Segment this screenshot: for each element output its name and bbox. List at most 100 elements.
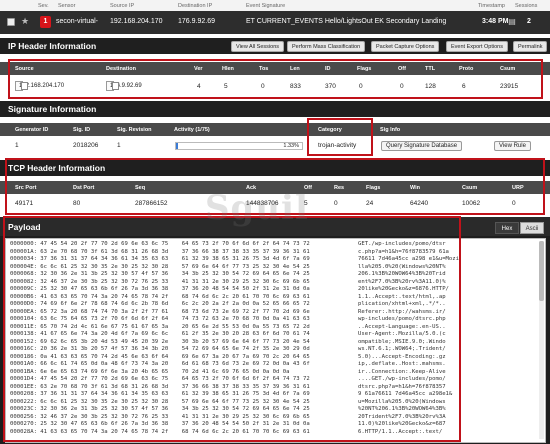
ip-col-off: Off — [398, 66, 406, 72]
tcp-header-values: 49171 80 287866152 144838706 5 0 24 6424… — [0, 194, 550, 213]
hex-line: 000004E: 6c 6c 61 25 32 30 35 2e 30 25 3… — [10, 263, 310, 270]
sig-generator-id: 1 — [15, 142, 19, 149]
hex-line: 00000B6: 41 63 63 65 70 74 3a 20 74 65 7… — [10, 293, 310, 300]
ascii-line: dtsrc.php?a=h1&h=76f878357 — [358, 383, 446, 390]
payload-ascii-dump: GET./wp-includes/pomo/dtsr c.php?a=h1&h=7… — [358, 241, 459, 436]
event-destination-ip: 176.9.92.69 — [178, 18, 215, 25]
tcp-col-seq: Seq — [135, 185, 146, 191]
ip-header-section: IP Header Information View All Sessions … — [0, 38, 550, 54]
event-row[interactable]: ★ 1 secon-virtual- 192.168.204.170 176.9… — [0, 11, 550, 34]
hex-line: 000011E: 65 70 74 2d 4c 61 6e 67 75 61 6… — [10, 323, 310, 330]
ip-header-values: 192.168.204.170 176.9.92.69 4 5 0 833 37… — [0, 75, 550, 97]
tcp-col-urp: URP — [512, 185, 524, 191]
event-export-options-button[interactable]: Event Export Options — [446, 41, 508, 52]
sig-col-sig-revision: Sig. Revision — [117, 127, 152, 133]
packet-capture-options-button[interactable]: Packet Capture Options — [371, 41, 440, 52]
copy-icon[interactable] — [21, 82, 28, 90]
hex-line: 00001D4: 47 45 54 20 2f 77 70 2d 69 6e 6… — [10, 376, 310, 382]
payload-section: Payload Hex Ascii 0000000: 47 45 54 20 2… — [0, 217, 550, 444]
sig-col-activity: Activity (1/75) — [174, 127, 210, 133]
hex-line: 000009C: 25 32 30 47 65 63 6b 6f 26 7a 3… — [10, 286, 310, 292]
hex-line: 0000000: 47 45 54 20 2f 77 70 2d 69 6e 6… — [10, 241, 310, 247]
tcp-header-title: TCP Header Information — [8, 163, 106, 173]
ip-ver: 4 — [197, 83, 201, 90]
ascii-line: 206.1%3B%20WOW64%3B%20Trid — [358, 271, 446, 277]
ascii-line: 76611 7d46a45cc a298 e1&u=Mozi — [358, 256, 460, 262]
sig-category: trojan-activity — [318, 142, 357, 149]
ascii-line: 6.HTTP/1.1..Accept:.text/ — [358, 428, 443, 435]
source-ip-field[interactable]: 192.168.204.170 — [15, 81, 64, 91]
ip-flags: 0 — [359, 83, 363, 90]
ip-proto: 6 — [462, 83, 466, 90]
tcp-col-ack: Ack — [246, 185, 257, 191]
sig-col-category: Category — [318, 127, 342, 133]
destination-ip-field[interactable]: 176.9.92.69 — [106, 81, 142, 91]
ascii-line: u=Mozilla%205.0%20(Windows — [358, 398, 446, 405]
query-signature-database-button[interactable]: Query Signature Database — [381, 141, 463, 151]
event-sessions: 2 — [527, 18, 531, 25]
event-sensor: secon-virtual- — [56, 18, 99, 25]
tcp-off: 5 — [304, 200, 308, 207]
tcp-col-flags: Flags — [366, 185, 381, 191]
ip-col-flags: Flags — [357, 66, 372, 72]
event-signature: ET CURRENT_EVENTS Hello/LightsOut EK Sec… — [246, 18, 447, 25]
col-event-signature[interactable]: Event Signature — [246, 3, 285, 9]
tcp-col-dst-port: Dst Port — [73, 185, 95, 191]
col-source-ip[interactable]: Source IP — [110, 3, 134, 9]
ascii-line: 20like%20Gecko&z=6876.HTTP/ — [358, 286, 449, 292]
scrollbar-thumb[interactable] — [539, 241, 544, 301]
signature-values: 1 2018206 1 1.33% trojan-activity Query … — [0, 136, 550, 156]
tcp-header-section: TCP Header Information — [0, 160, 550, 176]
tcp-urp: 0 — [512, 200, 516, 207]
col-sessions[interactable]: Sessions — [515, 3, 537, 9]
hex-line: 000028A: 41 63 63 65 70 74 3a 20 74 65 7… — [10, 428, 310, 435]
ip-ttl: 128 — [425, 83, 436, 90]
ascii-line: Referer:.http://wahsms.ir/ — [358, 308, 446, 315]
ip-tos: 0 — [261, 83, 265, 90]
tcp-ack: 144838706 — [246, 200, 279, 207]
ip-hlen: 5 — [224, 83, 228, 90]
event-source-ip: 192.168.204.170 — [110, 18, 163, 25]
severity-badge: 1 — [40, 16, 51, 28]
col-destination-ip[interactable]: Destination IP — [178, 3, 212, 9]
info-icon[interactable]: ▤ — [507, 17, 517, 27]
payload-content[interactable]: 0000000: 47 45 54 20 2f 77 70 2d 69 6e 6… — [5, 238, 546, 443]
sig-col-sig-id: Sig. ID — [73, 127, 91, 133]
payload-header: Payload Hex Ascii — [0, 217, 550, 236]
mass-classification-button[interactable]: Perform Mass Classification — [287, 41, 366, 52]
payload-hex-dump: 0000000: 47 45 54 20 2f 77 70 2d 69 6e 6… — [10, 241, 310, 436]
ascii-line: ..Accept-Language:.en-US.. — [358, 323, 446, 330]
tcp-header-columns: Src Port Dst Port Seq Ack Off Res Flags … — [0, 181, 550, 194]
view-rule-button[interactable]: View Rule — [494, 141, 531, 151]
hex-line: 000001A: 63 2e 70 68 70 3f 61 3d 68 31 2… — [10, 248, 310, 255]
hex-line: 0000068: 32 30 36 2e 31 3b 25 32 30 57 4… — [10, 271, 310, 277]
payload-scrollbar[interactable] — [539, 241, 544, 439]
ip-col-tos: Tos — [259, 66, 269, 72]
permalink-button[interactable]: Permalink — [513, 41, 548, 52]
ascii-line: 20Trident%2F7.0%3B%20rv%3A — [358, 413, 446, 420]
ascii-line: 11.0)%20like%20Gecko&z=687 — [358, 421, 446, 427]
hex-line: 0000208: 37 36 31 31 37 64 34 36 61 34 3… — [10, 391, 310, 397]
tcp-col-src-port: Src Port — [15, 185, 37, 191]
ascii-line: ompatible;.MSIE.9.0;.Windo — [358, 338, 446, 345]
ip-col-ttl: TTL — [425, 66, 436, 72]
tab-hex[interactable]: Hex — [495, 222, 519, 234]
ascii-line: 9 61a76611 7d46a45cc a298e1& — [358, 391, 453, 397]
copy-icon[interactable] — [112, 82, 119, 90]
payload-title: Payload — [8, 222, 41, 232]
ip-col-hlen: Hlen — [222, 66, 234, 72]
view-all-sessions-button[interactable]: View All Sessions — [231, 41, 285, 52]
event-checkbox[interactable] — [7, 18, 15, 26]
hex-line: 0000270: 25 32 30 47 65 63 6b 6f 26 7a 3… — [10, 421, 310, 427]
ip-csum: 23915 — [500, 83, 519, 90]
hex-line: 00001EE: 63 2e 70 68 70 3f 61 3d 68 31 2… — [10, 383, 310, 390]
col-sensor[interactable]: Sensor — [58, 3, 75, 9]
ip-off: 0 — [400, 83, 404, 90]
star-icon[interactable]: ★ — [21, 16, 29, 27]
sig-id: 2018206 — [73, 142, 99, 149]
tcp-flags: 24 — [366, 200, 374, 207]
tab-ascii[interactable]: Ascii — [520, 222, 544, 234]
tcp-col-csum: Csum — [462, 185, 478, 191]
col-sev[interactable]: Sev. — [38, 3, 49, 9]
col-timestamp[interactable]: Timestamp — [478, 3, 505, 9]
